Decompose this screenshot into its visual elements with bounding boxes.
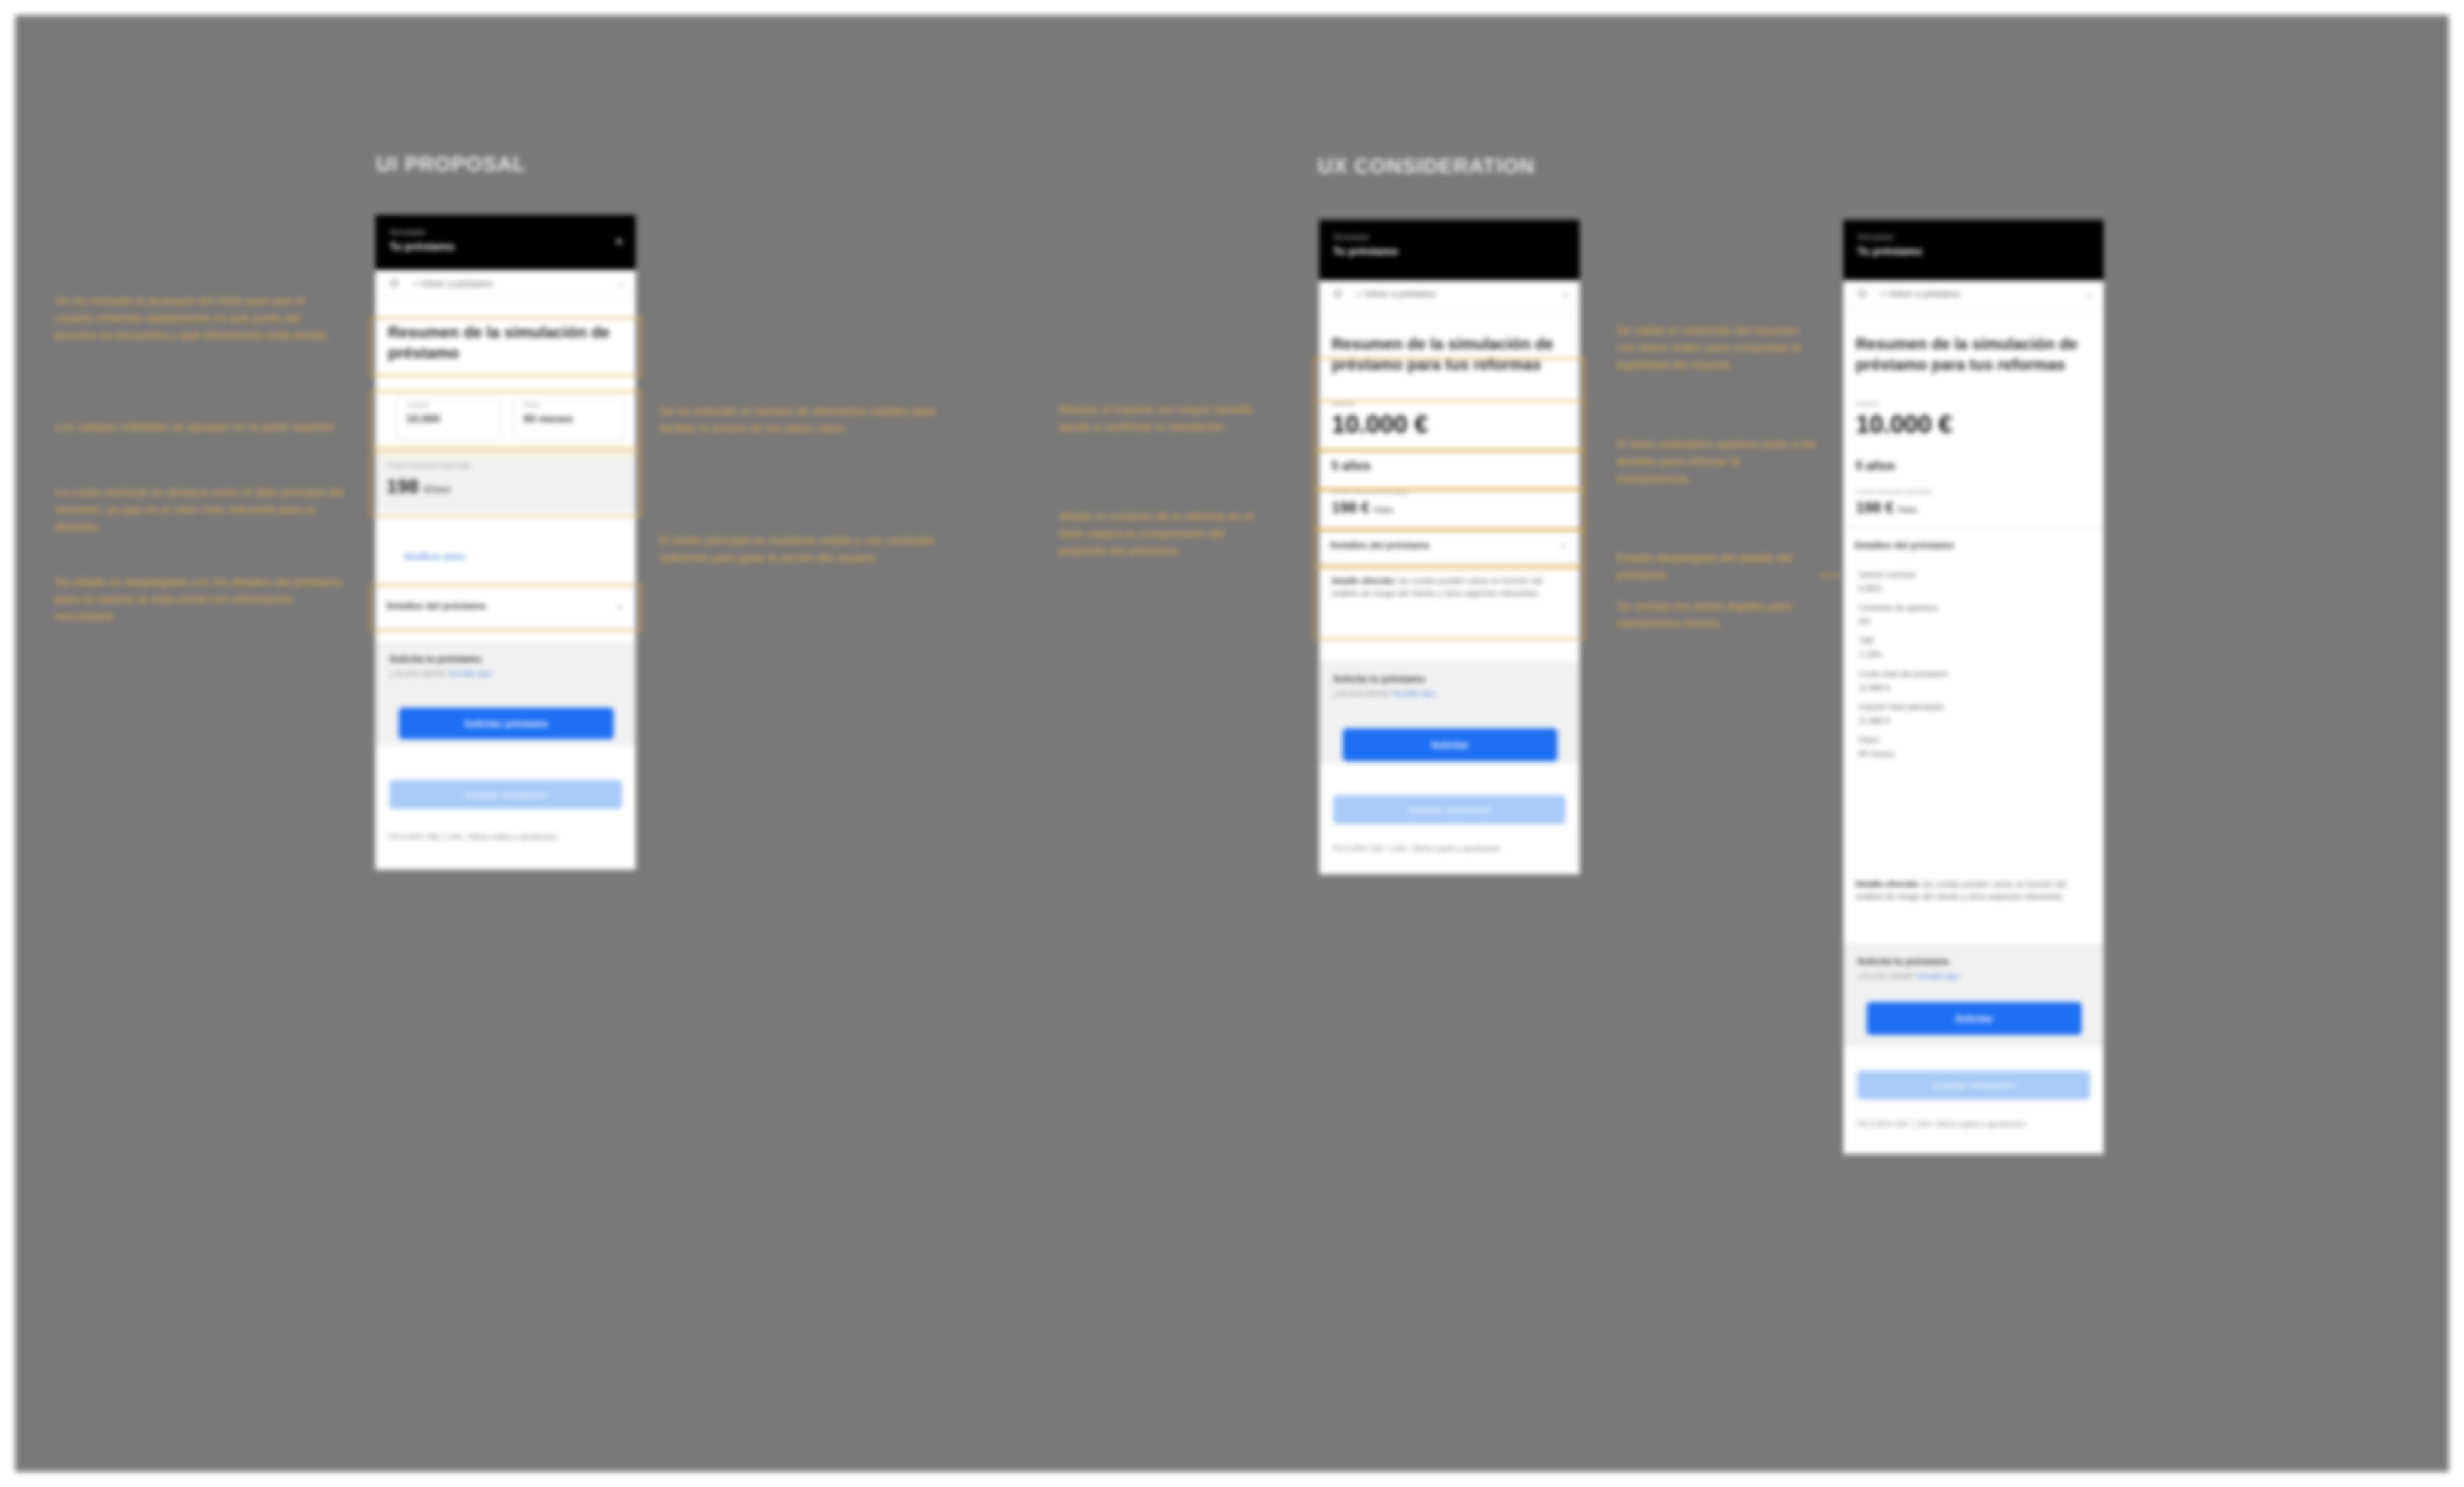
close-icon[interactable]: × bbox=[614, 233, 623, 251]
apply-subtitle: ¿Ya eres cliente? Accede aquí bbox=[1857, 972, 1960, 981]
apply-button[interactable]: Solicitar bbox=[1343, 728, 1557, 761]
loan-amount: 10.000 € bbox=[1856, 410, 1953, 438]
annotation-highlight bbox=[370, 317, 641, 376]
apply-button[interactable]: Solicitar préstamo bbox=[399, 708, 614, 739]
details-dropdown-expanded[interactable]: Detalles del préstamo bbox=[1843, 526, 2104, 563]
edit-data-link[interactable]: Modificar datos bbox=[404, 551, 465, 562]
design-canvas: UI PROPOSAL UX CONSIDERATION Se ha revis… bbox=[15, 15, 2449, 1472]
header-subtitle: Simulador bbox=[1333, 232, 1371, 242]
annotation-note: La cuota mensual se destaca como el dato… bbox=[55, 486, 344, 533]
apply-title: Solicita tu préstamo bbox=[389, 653, 482, 664]
annotation-highlight bbox=[1314, 358, 1585, 402]
monthly-fee: 198 € /mes bbox=[1856, 499, 1918, 516]
fee-unit: /mes bbox=[1898, 504, 1918, 515]
detail-list-item: Plazo bbox=[1859, 735, 1880, 745]
annotation-note: Se ha reducido el número de elementos vi… bbox=[659, 404, 935, 435]
annotation-connector bbox=[1819, 575, 1839, 576]
amount-caption: Importe bbox=[1856, 400, 1879, 408]
app-header: Simulador Tu préstamo bbox=[1319, 220, 1580, 280]
legal-text: TIN 6,95% TAE 7,19%. Oferta sujeta a apr… bbox=[388, 833, 559, 841]
back-nav-label: < Volver a préstamo bbox=[413, 278, 493, 289]
annotation-note: El botón principal se mantiene visible y… bbox=[659, 534, 935, 564]
back-nav-label: < Volver a préstamo bbox=[1881, 289, 1960, 299]
annotation-note: Se añade un desplegable con los detalles… bbox=[55, 575, 343, 623]
header-title: Tu préstamo bbox=[389, 241, 455, 253]
back-nav-label: < Volver a préstamo bbox=[1356, 289, 1436, 299]
apply-subtitle: ¿Ya eres cliente? Accede aquí bbox=[1333, 690, 1436, 698]
detail-list-item: 0% bbox=[1859, 617, 1871, 626]
user-icon: ☺ bbox=[1332, 286, 1345, 300]
detail-list-item: 11.880 € bbox=[1859, 716, 1890, 726]
apply-title: Solicita tu préstamo bbox=[1857, 956, 1949, 967]
header-title: Tu préstamo bbox=[1333, 246, 1398, 258]
annotation-note: Añadir el contexto de la reforma en el t… bbox=[1059, 510, 1254, 557]
detail-list-item: 7,19% bbox=[1859, 650, 1883, 659]
detail-list-item: Interés nominal bbox=[1859, 570, 1916, 580]
detail-list-item: Importe total adeudado bbox=[1859, 702, 1944, 712]
header-subtitle: Simulador bbox=[1857, 232, 1895, 242]
save-simulation-button[interactable]: Guardar simulación bbox=[1857, 1071, 2090, 1100]
detail-list-item: TAE bbox=[1859, 636, 1874, 646]
app-header: Simulador Tu préstamo × bbox=[375, 215, 636, 270]
apply-subtitle: ¿Ya eres cliente? Accede aquí bbox=[389, 670, 492, 678]
legal-text: TIN 6,95% TAE 7,19%. Oferta sujeta a apr… bbox=[1332, 845, 1503, 853]
section-title-consideration: UX CONSIDERATION bbox=[1318, 155, 1535, 178]
detail-list-item: 60 meses bbox=[1859, 749, 1895, 759]
save-simulation-button[interactable]: Guardar simulación bbox=[389, 780, 622, 809]
chevron-down-icon: ⌄ bbox=[2084, 288, 2094, 300]
fee-caption: Cuota mensual estimada bbox=[1856, 489, 1932, 496]
login-link[interactable]: Accede aquí bbox=[449, 670, 491, 678]
login-link[interactable]: Accede aquí bbox=[1393, 690, 1435, 698]
annotation-note: Los campos editables se agrupan en la pa… bbox=[55, 420, 338, 433]
login-link[interactable]: Accede aquí bbox=[1917, 972, 1959, 981]
annotation-note: El texto aclaratorio aparece junto a los… bbox=[1617, 438, 1816, 485]
section-title-proposal: UI PROPOSAL bbox=[376, 153, 526, 176]
annotation-note: Se valida el contenido del resumen con d… bbox=[1617, 324, 1801, 371]
header-title: Tu préstamo bbox=[1857, 246, 1923, 258]
header-subtitle: Simulador bbox=[389, 227, 427, 237]
user-icon: ☺ bbox=[1856, 286, 1869, 300]
annotation-note: Se revisan los textos legales para mante… bbox=[1617, 599, 1792, 630]
detail-list-item: 11.880 € bbox=[1859, 683, 1890, 693]
annotation-highlight bbox=[1314, 451, 1585, 489]
annotation-note: Mostrar el importe con mayor tamaño ayud… bbox=[1059, 403, 1254, 433]
loan-term: 5 años bbox=[1856, 459, 1896, 473]
detail-list-item: 6,95% bbox=[1859, 584, 1883, 593]
app-header: Simulador Tu préstamo bbox=[1843, 220, 2104, 280]
user-icon: ☺ bbox=[388, 276, 401, 289]
annotation-note: Se ha revisado la jerarquía del título p… bbox=[55, 294, 330, 342]
annotation-note: Estado desplegado del detalle del présta… bbox=[1617, 551, 1793, 582]
annotation-highlight bbox=[1314, 400, 1585, 450]
chevron-down-icon: ⌄ bbox=[1560, 288, 1570, 300]
mockup-screen-details-expanded: Simulador Tu préstamo ☺ < Volver a prést… bbox=[1843, 220, 2104, 1154]
detail-disclaimer: Detalle ofrecido: las cuotas pueden vari… bbox=[1856, 879, 2067, 901]
back-nav[interactable]: ☺ < Volver a préstamo ⌄ bbox=[375, 270, 636, 298]
back-nav[interactable]: ☺ < Volver a préstamo ⌄ bbox=[1843, 280, 2104, 309]
apply-button[interactable]: Solicitar bbox=[1867, 1002, 2082, 1035]
save-simulation-button[interactable]: Guardar simulación bbox=[1333, 795, 1566, 824]
mockup-screen-proposal: Simulador Tu préstamo × ☺ < Volver a pré… bbox=[370, 215, 641, 870]
details-label: Detalles del préstamo bbox=[1854, 540, 1954, 551]
chevron-down-icon: ⌄ bbox=[617, 278, 626, 289]
back-nav[interactable]: ☺ < Volver a préstamo ⌄ bbox=[1319, 280, 1580, 309]
annotation-highlight bbox=[370, 584, 641, 631]
annotation-highlight bbox=[1314, 490, 1585, 530]
annotation-highlight bbox=[370, 391, 641, 449]
page-title: Resumen de la simulación de préstamo par… bbox=[1856, 335, 2078, 373]
apply-title: Solicita tu préstamo bbox=[1333, 673, 1425, 684]
annotation-highlight bbox=[1314, 568, 1585, 639]
mockup-screen-consideration: Simulador Tu préstamo ☺ < Volver a prést… bbox=[1314, 220, 1585, 874]
annotation-highlight bbox=[370, 452, 641, 517]
annotation-highlight bbox=[1314, 530, 1585, 566]
detail-list-item: Coste total del préstamo bbox=[1859, 669, 1949, 679]
legal-text: TIN 6,95% TAE 7,19%. Oferta sujeta a apr… bbox=[1856, 1120, 2027, 1129]
detail-list-item: Comisión de apertura bbox=[1859, 603, 1938, 613]
